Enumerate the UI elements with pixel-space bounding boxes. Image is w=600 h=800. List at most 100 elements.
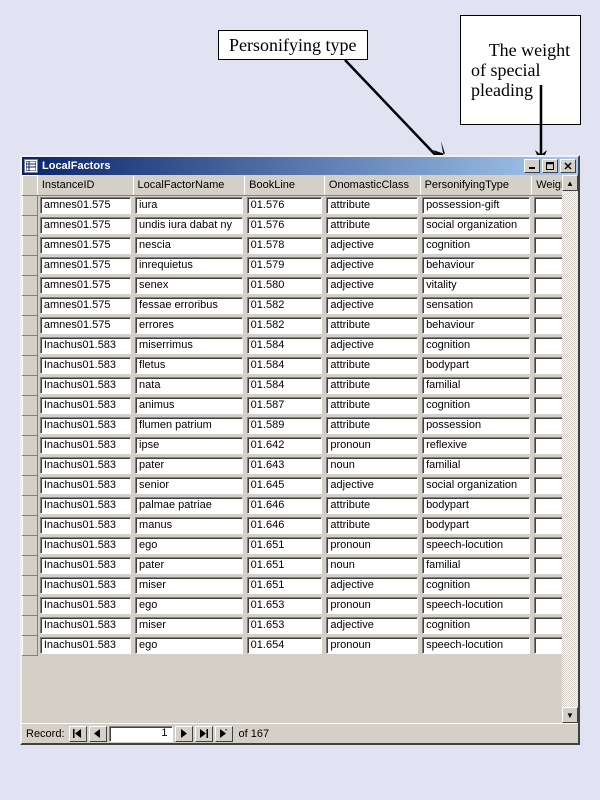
table-row[interactable]: Inachus01.583ego01.651pronounspeech-locu… <box>23 536 578 556</box>
cell-localfactorname[interactable]: nata <box>135 377 243 394</box>
cell-onomasticclass[interactable]: attribute <box>326 317 418 334</box>
cell-bookline[interactable]: 01.578 <box>247 237 323 254</box>
cell-personifyingtype[interactable]: cognition <box>422 337 530 354</box>
cell-bookline[interactable]: 01.582 <box>247 297 323 314</box>
table-row[interactable]: Inachus01.583palmae patriae01.646attribu… <box>23 496 578 516</box>
row-selector[interactable] <box>23 476 38 496</box>
row-selector[interactable] <box>23 516 38 536</box>
cell-instanceid[interactable]: Inachus01.583 <box>40 417 131 434</box>
cell-onomasticclass[interactable]: attribute <box>326 397 418 414</box>
cell-onomasticclass[interactable]: noun <box>326 457 418 474</box>
row-selector[interactable] <box>23 556 38 576</box>
row-selector[interactable] <box>23 576 38 596</box>
cell-personifyingtype[interactable]: familial <box>422 457 530 474</box>
row-selector[interactable] <box>23 496 38 516</box>
cell-onomasticclass[interactable]: noun <box>326 557 418 574</box>
nav-new-button[interactable]: * <box>215 726 233 742</box>
row-selector[interactable] <box>23 376 38 396</box>
row-selector[interactable] <box>23 356 38 376</box>
cell-personifyingtype[interactable]: possession-gift <box>422 197 530 214</box>
cell-personifyingtype[interactable]: familial <box>422 377 530 394</box>
cell-personifyingtype[interactable]: reflexive <box>422 437 530 454</box>
row-selector[interactable] <box>23 416 38 436</box>
maximize-button[interactable] <box>542 159 558 173</box>
minimize-button[interactable] <box>524 159 540 173</box>
cell-localfactorname[interactable]: fletus <box>135 357 243 374</box>
cell-onomasticclass[interactable]: adjective <box>326 477 418 494</box>
cell-bookline[interactable]: 01.651 <box>247 537 323 554</box>
cell-onomasticclass[interactable]: attribute <box>326 517 418 534</box>
cell-instanceid[interactable]: Inachus01.583 <box>40 517 131 534</box>
cell-personifyingtype[interactable]: cognition <box>422 237 530 254</box>
nav-first-button[interactable] <box>69 726 87 742</box>
cell-bookline[interactable]: 01.587 <box>247 397 323 414</box>
cell-onomasticclass[interactable]: adjective <box>326 297 418 314</box>
table-row[interactable]: Inachus01.583miserrimus01.584adjectiveco… <box>23 336 578 356</box>
cell-personifyingtype[interactable]: familial <box>422 557 530 574</box>
column-header-instanceid[interactable]: InstanceID <box>37 176 133 196</box>
cell-localfactorname[interactable]: iura <box>135 197 243 214</box>
cell-bookline[interactable]: 01.579 <box>247 257 323 274</box>
row-selector[interactable] <box>23 536 38 556</box>
cell-localfactorname[interactable]: errores <box>135 317 243 334</box>
cell-personifyingtype[interactable]: bodypart <box>422 497 530 514</box>
cell-localfactorname[interactable]: fessae erroribus <box>135 297 243 314</box>
table-row[interactable]: Inachus01.583manus01.646attributebodypar… <box>23 516 578 536</box>
row-selector[interactable] <box>23 196 38 216</box>
cell-localfactorname[interactable]: ego <box>135 537 243 554</box>
table-row[interactable]: Inachus01.583flumen patrium01.589attribu… <box>23 416 578 436</box>
nav-last-button[interactable] <box>195 726 213 742</box>
table-row[interactable]: amnes01.575iura01.576attributepossession… <box>23 196 578 216</box>
record-number-input[interactable]: 1 <box>109 726 173 742</box>
cell-bookline[interactable]: 01.653 <box>247 597 323 614</box>
cell-onomasticclass[interactable]: adjective <box>326 257 418 274</box>
cell-personifyingtype[interactable]: cognition <box>422 397 530 414</box>
cell-localfactorname[interactable]: undis iura dabat ny <box>135 217 243 234</box>
cell-personifyingtype[interactable]: behaviour <box>422 257 530 274</box>
cell-instanceid[interactable]: Inachus01.583 <box>40 537 131 554</box>
cell-personifyingtype[interactable]: speech-locution <box>422 637 530 654</box>
cell-bookline[interactable]: 01.651 <box>247 557 323 574</box>
cell-bookline[interactable]: 01.576 <box>247 197 323 214</box>
cell-localfactorname[interactable]: animus <box>135 397 243 414</box>
table-row[interactable]: amnes01.575inrequietus01.579adjectivebeh… <box>23 256 578 276</box>
cell-bookline[interactable]: 01.580 <box>247 277 323 294</box>
cell-onomasticclass[interactable]: attribute <box>326 357 418 374</box>
table-row[interactable]: Inachus01.583fletus01.584attributebodypa… <box>23 356 578 376</box>
table-row[interactable]: Inachus01.583ipse01.642pronounreflexive0 <box>23 436 578 456</box>
cell-onomasticclass[interactable]: pronoun <box>326 637 418 654</box>
cell-bookline[interactable]: 01.651 <box>247 577 323 594</box>
table-row[interactable]: Inachus01.583animus01.587attributecognit… <box>23 396 578 416</box>
cell-onomasticclass[interactable]: pronoun <box>326 437 418 454</box>
table-row[interactable]: amnes01.575nescia01.578adjectivecognitio… <box>23 236 578 256</box>
cell-personifyingtype[interactable]: cognition <box>422 617 530 634</box>
cell-bookline[interactable]: 01.653 <box>247 617 323 634</box>
row-selector[interactable] <box>23 616 38 636</box>
nav-prev-button[interactable] <box>89 726 107 742</box>
row-selector[interactable] <box>23 256 38 276</box>
cell-personifyingtype[interactable]: vitality <box>422 277 530 294</box>
row-selector[interactable] <box>23 636 38 656</box>
row-selector[interactable] <box>23 276 38 296</box>
cell-bookline[interactable]: 01.584 <box>247 357 323 374</box>
cell-instanceid[interactable]: Inachus01.583 <box>40 377 131 394</box>
row-selector[interactable] <box>23 236 38 256</box>
table-row[interactable]: Inachus01.583ego01.653pronounspeech-locu… <box>23 596 578 616</box>
cell-localfactorname[interactable]: miser <box>135 617 243 634</box>
window-titlebar[interactable]: LocalFactors <box>22 157 578 175</box>
cell-instanceid[interactable]: amnes01.575 <box>40 297 131 314</box>
row-selector[interactable] <box>23 396 38 416</box>
table-row[interactable]: Inachus01.583senior01.645adjectivesocial… <box>23 476 578 496</box>
cell-instanceid[interactable]: amnes01.575 <box>40 257 131 274</box>
cell-onomasticclass[interactable]: attribute <box>326 497 418 514</box>
cell-localfactorname[interactable]: senior <box>135 477 243 494</box>
cell-onomasticclass[interactable]: attribute <box>326 217 418 234</box>
cell-instanceid[interactable]: amnes01.575 <box>40 237 131 254</box>
cell-localfactorname[interactable]: manus <box>135 517 243 534</box>
column-header-localfactorname[interactable]: LocalFactorName <box>133 176 245 196</box>
cell-localfactorname[interactable]: ego <box>135 637 243 654</box>
cell-bookline[interactable]: 01.642 <box>247 437 323 454</box>
cell-bookline[interactable]: 01.589 <box>247 417 323 434</box>
cell-personifyingtype[interactable]: social organization <box>422 477 530 494</box>
cell-bookline[interactable]: 01.643 <box>247 457 323 474</box>
